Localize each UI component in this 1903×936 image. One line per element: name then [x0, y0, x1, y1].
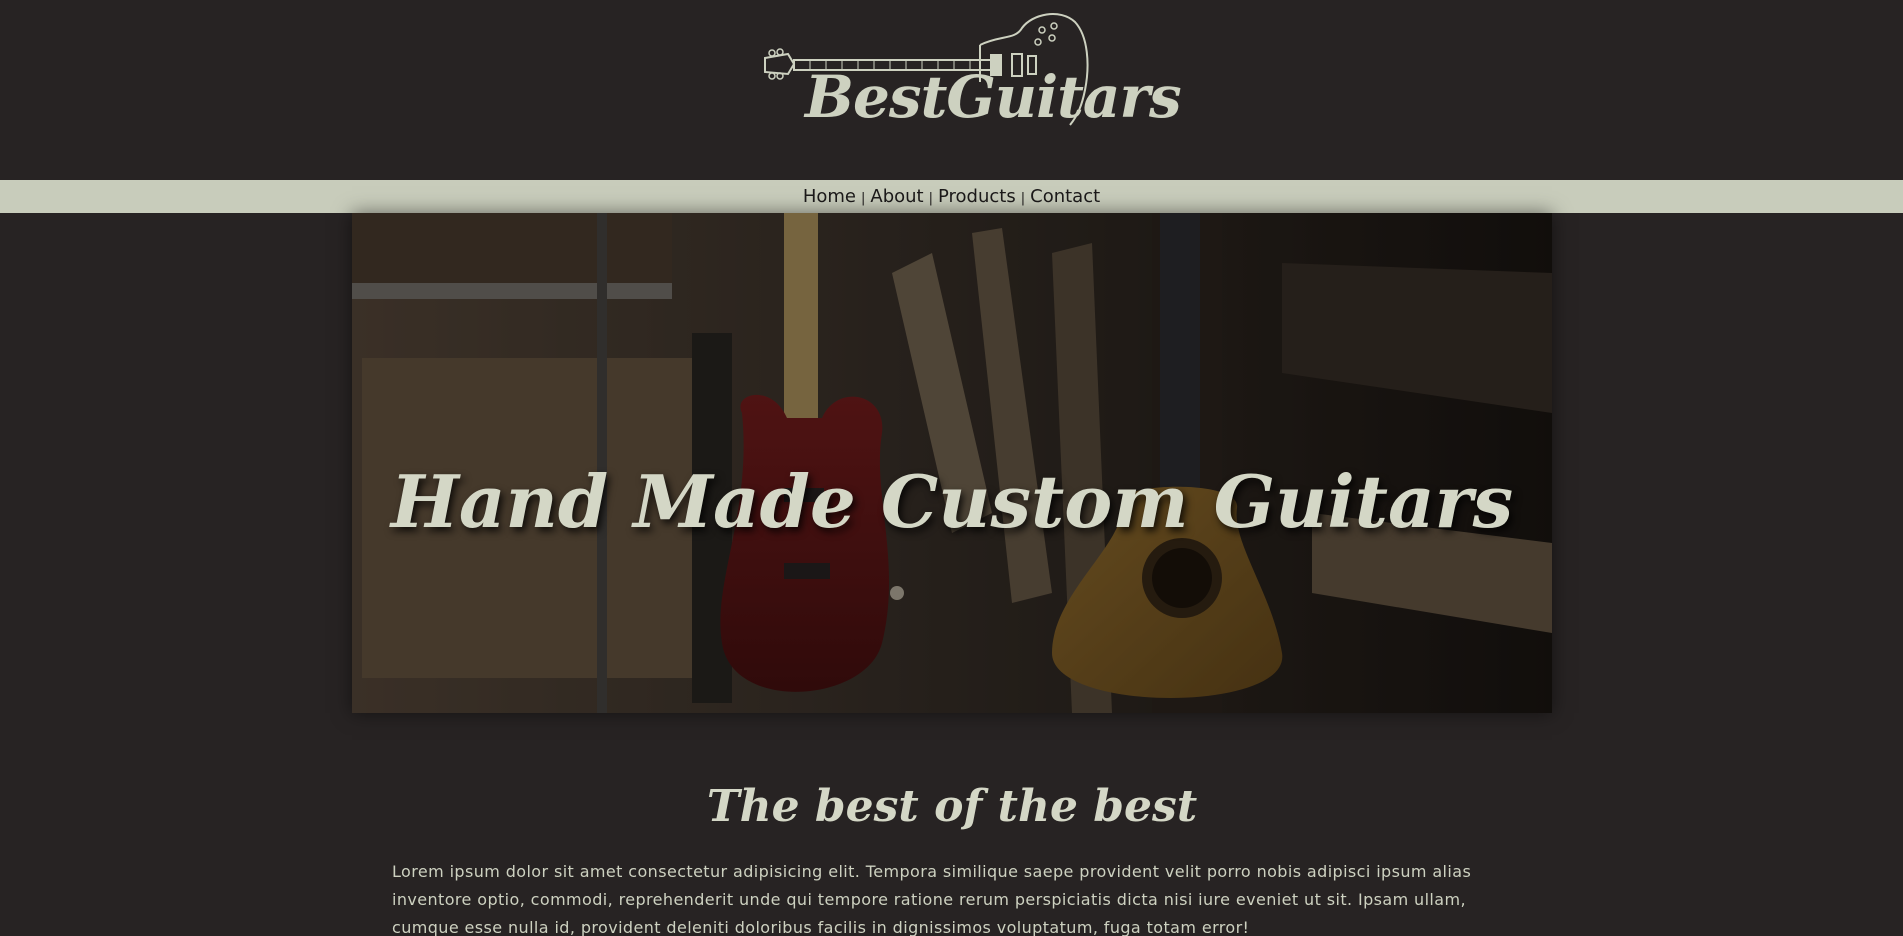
nav-link-about[interactable]: About: [870, 186, 923, 207]
hero-banner: Hand Made Custom Guitars: [352, 213, 1552, 713]
brand-name: BestGuitars: [805, 63, 1182, 131]
nav-separator: |: [928, 191, 933, 206]
nav-link-products[interactable]: Products: [938, 186, 1016, 207]
site-header: BestGuitars: [0, 0, 1903, 180]
nav-separator: |: [1020, 191, 1026, 206]
main-nav: Home | About | Products | Contact: [0, 180, 1903, 213]
hero-title: Hand Made Custom Guitars: [390, 459, 1514, 545]
nav-link-contact[interactable]: Contact: [1030, 186, 1100, 207]
brand-logo[interactable]: BestGuitars: [760, 10, 1182, 160]
nav-link-home[interactable]: Home: [803, 186, 856, 207]
nav-separator: |: [861, 191, 866, 206]
section-title: The best of the best: [706, 780, 1198, 832]
intro-paragraph: Lorem ipsum dolor sit amet consectetur a…: [392, 862, 1472, 936]
